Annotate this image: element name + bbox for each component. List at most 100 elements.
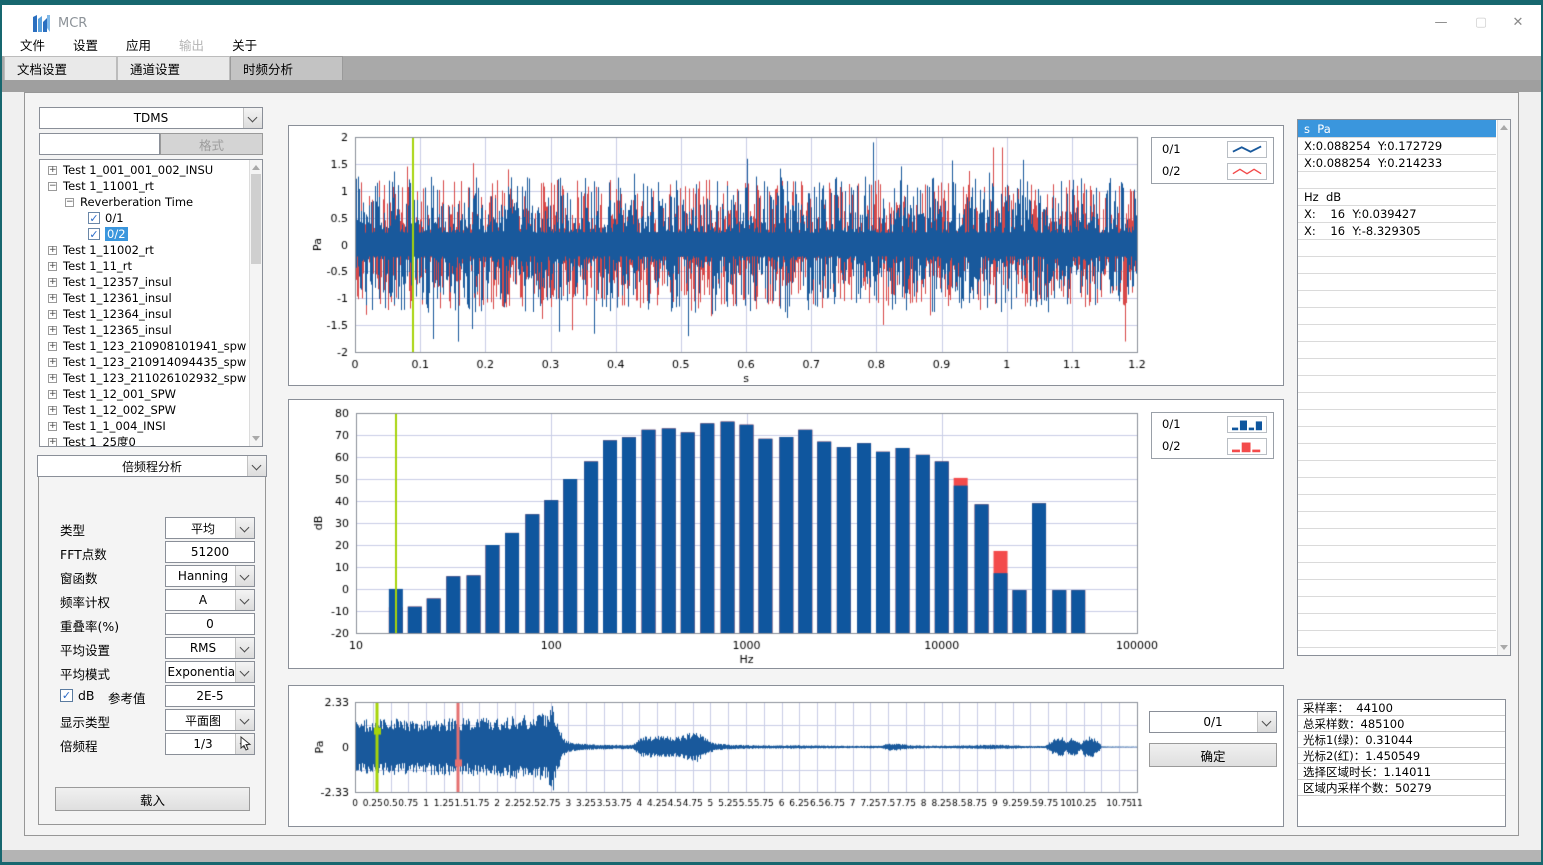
form-select-8[interactable]: 平面图 [165, 709, 255, 731]
channel-checkbox[interactable]: ✓ [88, 212, 100, 224]
readout-scrollbar[interactable] [1497, 120, 1510, 655]
readout-row[interactable] [1298, 597, 1496, 614]
channel-combo[interactable]: 0/1 [1149, 711, 1277, 733]
readout-row[interactable] [1298, 512, 1496, 529]
expand-icon[interactable]: + [48, 358, 57, 367]
readout-row[interactable] [1298, 172, 1496, 189]
form-select-6[interactable]: Exponential [165, 661, 255, 683]
file-format-combo[interactable]: TDMS [39, 107, 263, 129]
tab-通道设置[interactable]: 通道设置 [117, 56, 230, 80]
tab-时频分析[interactable]: 时频分析 [230, 56, 343, 80]
tree-item[interactable]: +Test 1_12357_insul [40, 274, 248, 290]
expand-icon[interactable]: + [48, 374, 57, 383]
db-checkbox[interactable]: ✓ [60, 689, 73, 702]
tree-item[interactable]: +Test 1_123_211026102932_spw [40, 370, 248, 386]
tree-item[interactable]: +Test 1_123_210914094435_spw [40, 354, 248, 370]
readout-row[interactable] [1298, 478, 1496, 495]
readout-row[interactable] [1298, 393, 1496, 410]
menu-item-应用[interactable]: 应用 [123, 33, 154, 56]
readout-row[interactable] [1298, 376, 1496, 393]
readout-row[interactable] [1298, 410, 1496, 427]
readout-row[interactable]: X:0.088254 Y:0.172729 [1298, 138, 1496, 155]
form-select-2[interactable]: Hanning [165, 565, 255, 587]
readout-row[interactable] [1298, 444, 1496, 461]
expand-icon[interactable]: + [48, 262, 57, 271]
readout-row[interactable] [1298, 240, 1496, 257]
channel-checkbox[interactable]: ✓ [88, 228, 100, 240]
tree-item[interactable]: +Test 1_001_001_002_INSU [40, 162, 248, 178]
expand-icon[interactable]: + [48, 310, 57, 319]
readout-row[interactable] [1298, 563, 1496, 580]
readout-row[interactable] [1298, 495, 1496, 512]
tree-scroll-thumb[interactable] [251, 174, 261, 264]
collapse-icon[interactable]: − [48, 182, 57, 191]
readout-row[interactable] [1298, 257, 1496, 274]
menu-item-关于[interactable]: 关于 [229, 33, 260, 56]
expand-icon[interactable]: + [48, 390, 57, 399]
form-input-7[interactable]: 2E-5 [165, 685, 255, 707]
expand-icon[interactable]: + [48, 294, 57, 303]
form-input-1[interactable]: 51200 [165, 541, 255, 563]
minimize-button[interactable]: — [1426, 11, 1456, 33]
readout-row[interactable] [1298, 359, 1496, 376]
analysis-type-combo[interactable]: 倍频程分析 [37, 455, 267, 477]
maximize-button[interactable]: ▢ [1466, 11, 1496, 33]
readout-row[interactable] [1298, 291, 1496, 308]
menu-item-设置[interactable]: 设置 [70, 33, 101, 56]
tree-item[interactable]: −Reverberation Time [40, 194, 248, 210]
readout-row[interactable] [1298, 461, 1496, 478]
tree-item[interactable]: ✓0/1 [40, 210, 248, 226]
expand-icon[interactable]: + [48, 438, 57, 447]
tree-item[interactable]: +Test 1_12_002_SPW [40, 402, 248, 418]
form-select-5[interactable]: RMS [165, 637, 255, 659]
tree-item[interactable]: +Test 1_25度0 [40, 434, 248, 447]
overview-waveform-plot[interactable] [289, 686, 1283, 826]
format-button[interactable]: 格式 [160, 133, 263, 155]
tree-item[interactable]: +Test 1_1_004_INSI [40, 418, 248, 434]
tree-item[interactable]: +Test 1_11002_rt [40, 242, 248, 258]
load-button[interactable]: 载入 [55, 787, 250, 811]
menu-item-输出[interactable]: 输出 [176, 33, 207, 56]
readout-row[interactable]: Hz dB [1298, 189, 1496, 206]
expand-icon[interactable]: + [48, 166, 57, 175]
readout-row[interactable] [1298, 274, 1496, 291]
tree-item[interactable]: +Test 1_11_rt [40, 258, 248, 274]
readout-row[interactable] [1298, 546, 1496, 563]
tree-item[interactable]: +Test 1_123_210908101941_spw [40, 338, 248, 354]
close-button[interactable]: ✕ [1503, 11, 1533, 33]
readout-row[interactable]: s Pa [1298, 120, 1496, 138]
readout-row[interactable]: X:0.088254 Y:0.214233 [1298, 155, 1496, 172]
readout-row[interactable] [1298, 308, 1496, 325]
readout-row[interactable] [1298, 614, 1496, 631]
form-input-4[interactable]: 0 [165, 613, 255, 635]
readout-row[interactable] [1298, 325, 1496, 342]
readout-row[interactable] [1298, 580, 1496, 597]
tree-item[interactable]: +Test 1_12_001_SPW [40, 386, 248, 402]
form-select-3[interactable]: A [165, 589, 255, 611]
expand-icon[interactable]: + [48, 422, 57, 431]
filter-input[interactable] [39, 133, 160, 155]
time-waveform-plot[interactable] [289, 126, 1283, 385]
tree-item[interactable]: −Test 1_11001_rt [40, 178, 248, 194]
confirm-button[interactable]: 确定 [1149, 743, 1277, 767]
readout-row[interactable] [1298, 529, 1496, 546]
readout-row[interactable]: X: 16 Y:0.039427 [1298, 206, 1496, 223]
expand-icon[interactable]: + [48, 326, 57, 335]
tree-item[interactable]: +Test 1_12361_insul [40, 290, 248, 306]
tree-scrollbar[interactable] [249, 160, 262, 446]
expand-icon[interactable]: + [48, 342, 57, 351]
octave-spectrum-plot[interactable] [289, 400, 1283, 668]
tree-item[interactable]: +Test 1_12364_insul [40, 306, 248, 322]
readout-row[interactable] [1298, 427, 1496, 444]
tree-item[interactable]: +Test 1_12365_insul [40, 322, 248, 338]
readout-row[interactable] [1298, 631, 1496, 648]
tab-文档设置[interactable]: 文档设置 [4, 56, 117, 80]
collapse-icon[interactable]: − [65, 198, 74, 207]
menu-item-文件[interactable]: 文件 [17, 33, 48, 56]
expand-icon[interactable]: + [48, 246, 57, 255]
expand-icon[interactable]: + [48, 406, 57, 415]
expand-icon[interactable]: + [48, 278, 57, 287]
readout-row[interactable]: X: 16 Y:-8.329305 [1298, 223, 1496, 240]
tree-item[interactable]: ✓0/2 [40, 226, 248, 242]
readout-row[interactable] [1298, 342, 1496, 359]
